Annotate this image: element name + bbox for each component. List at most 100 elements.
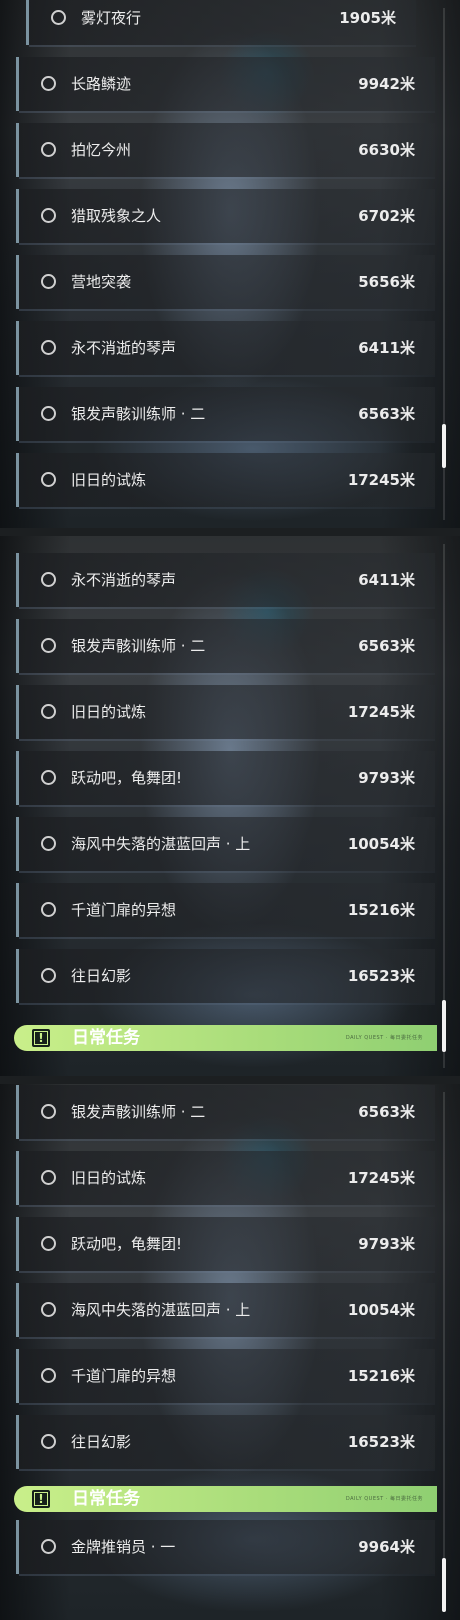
circle-outline-icon — [41, 1434, 56, 1449]
quest-name: 银发声骸训练师 · 二 — [71, 1103, 206, 1121]
quest-distance: 6563米 — [358, 405, 415, 423]
section-subtitle: DAILY QUEST · 每日委托任务 — [345, 1496, 423, 1502]
quest-name: 千道门扉的异想 — [71, 901, 177, 919]
circle-outline-icon — [41, 406, 56, 421]
quest-name: 营地突袭 — [71, 273, 132, 291]
quest-row[interactable]: 银发声骸训练师 · 二 6563米 — [16, 387, 435, 443]
quest-name: 金牌推销员 · 一 — [71, 1538, 176, 1556]
quest-name: 往日幻影 — [71, 1433, 132, 1451]
quest-distance: 1905米 — [339, 9, 396, 27]
quest-name: 长路鳞迹 — [71, 75, 132, 93]
quest-distance: 17245米 — [347, 1169, 415, 1187]
circle-outline-icon — [41, 638, 56, 653]
quest-distance: 16523米 — [347, 967, 415, 985]
quest-row[interactable]: 海风中失落的湛蓝回声 · 上 10054米 — [16, 817, 435, 873]
quest-row[interactable]: 千道门扉的异想 15216米 — [16, 1349, 435, 1405]
circle-outline-icon — [41, 142, 56, 157]
quest-row[interactable]: 长路鳞迹 9942米 — [16, 57, 435, 113]
circle-outline-icon — [41, 1302, 56, 1317]
quest-name: 永不消逝的琴声 — [71, 339, 177, 357]
scrollbar-thumb[interactable] — [442, 1000, 446, 1052]
daily-quest-header[interactable]: ! 日常任务 DAILY QUEST · 每日委托任务 — [14, 1025, 437, 1051]
exclamation-box-icon: ! — [32, 1029, 50, 1047]
quest-name: 猎取残象之人 — [71, 207, 162, 225]
quest-distance: 9793米 — [358, 769, 415, 787]
scrollbar[interactable] — [442, 8, 446, 520]
circle-outline-icon — [41, 208, 56, 223]
quest-row[interactable]: 旧日的试炼 17245米 — [16, 453, 435, 509]
circle-outline-icon — [41, 836, 56, 851]
circle-outline-icon — [41, 274, 56, 289]
quest-row[interactable]: 跃动吧，龟舞团! 9793米 — [16, 751, 435, 807]
quest-panel-3: 银发声骸训练师 · 二 6563米 旧日的试炼 17245米 跃动吧，龟舞团! … — [0, 1084, 460, 1620]
quest-row[interactable]: 银发声骸训练师 · 二 6563米 — [16, 619, 435, 675]
quest-distance: 5656米 — [358, 273, 415, 291]
quest-name: 千道门扉的异想 — [71, 1367, 177, 1385]
quest-name: 海风中失落的湛蓝回声 · 上 — [71, 1301, 251, 1319]
quest-distance: 17245米 — [347, 703, 415, 721]
quest-row[interactable]: 雾灯夜行 1905米 — [26, 0, 416, 47]
quest-distance: 6411米 — [358, 571, 415, 589]
quest-distance: 16523米 — [347, 1433, 415, 1451]
exclamation-box-icon: ! — [32, 1490, 50, 1508]
quest-distance: 6563米 — [358, 1103, 415, 1121]
circle-outline-icon — [41, 902, 56, 917]
quest-row[interactable]: 往日幻影 16523米 — [16, 949, 435, 1005]
circle-outline-icon — [41, 1539, 56, 1554]
quest-name: 拍忆今州 — [71, 141, 132, 159]
section-title: 日常任务 — [72, 1489, 140, 1509]
quest-name: 跃动吧，龟舞团! — [71, 1235, 183, 1253]
section-subtitle: DAILY QUEST · 每日委托任务 — [345, 1035, 423, 1041]
quest-row[interactable]: 营地突袭 5656米 — [16, 255, 435, 311]
section-title: 日常任务 — [72, 1028, 140, 1048]
quest-distance: 6702米 — [358, 207, 415, 225]
quest-row[interactable]: 永不消逝的琴声 6411米 — [16, 321, 435, 377]
quest-distance: 15216米 — [347, 901, 415, 919]
daily-quest-header[interactable]: ! 日常任务 DAILY QUEST · 每日委托任务 — [14, 1486, 437, 1512]
quest-row[interactable]: 海风中失落的湛蓝回声 · 上 10054米 — [16, 1283, 435, 1339]
quest-row[interactable]: 银发声骸训练师 · 二 6563米 — [16, 1085, 435, 1141]
quest-distance: 10054米 — [347, 835, 415, 853]
circle-outline-icon — [41, 1170, 56, 1185]
circle-outline-icon — [41, 1368, 56, 1383]
quest-name: 旧日的试炼 — [71, 1169, 147, 1187]
quest-name: 永不消逝的琴声 — [71, 571, 177, 589]
scrollbar-thumb[interactable] — [442, 1558, 446, 1612]
quest-row[interactable]: 永不消逝的琴声 6411米 — [16, 553, 435, 609]
quest-distance: 17245米 — [347, 471, 415, 489]
quest-distance: 9793米 — [358, 1235, 415, 1253]
circle-outline-icon — [51, 10, 66, 25]
scrollbar[interactable] — [442, 544, 446, 1068]
circle-outline-icon — [41, 968, 56, 983]
quest-name: 银发声骸训练师 · 二 — [71, 405, 206, 423]
circle-outline-icon — [41, 572, 56, 587]
quest-name: 旧日的试炼 — [71, 471, 147, 489]
quest-name: 雾灯夜行 — [81, 9, 142, 27]
circle-outline-icon — [41, 472, 56, 487]
quest-name: 旧日的试炼 — [71, 703, 147, 721]
quest-panel-1: 雾灯夜行 1905米 长路鳞迹 9942米 拍忆今州 6630米 猎取残象之人 … — [0, 0, 460, 528]
quest-row[interactable]: 旧日的试炼 17245米 — [16, 1151, 435, 1207]
quest-name: 跃动吧，龟舞团! — [71, 769, 183, 787]
quest-row[interactable]: 旧日的试炼 17245米 — [16, 685, 435, 741]
quest-row[interactable]: 拍忆今州 6630米 — [16, 123, 435, 179]
quest-distance: 9942米 — [358, 75, 415, 93]
circle-outline-icon — [41, 1236, 56, 1251]
scrollbar[interactable] — [442, 1092, 446, 1612]
quest-distance: 10054米 — [347, 1301, 415, 1319]
scrollbar-thumb[interactable] — [442, 424, 446, 468]
quest-distance: 15216米 — [347, 1367, 415, 1385]
quest-row[interactable]: 金牌推销员 · 一 9964米 — [16, 1520, 435, 1576]
quest-row[interactable]: 千道门扉的异想 15216米 — [16, 883, 435, 939]
quest-row[interactable]: 猎取残象之人 6702米 — [16, 189, 435, 245]
quest-distance: 6630米 — [358, 141, 415, 159]
circle-outline-icon — [41, 76, 56, 91]
circle-outline-icon — [41, 340, 56, 355]
quest-name: 海风中失落的湛蓝回声 · 上 — [71, 835, 251, 853]
circle-outline-icon — [41, 704, 56, 719]
quest-row[interactable]: 往日幻影 16523米 — [16, 1415, 435, 1471]
quest-row[interactable]: 跃动吧，龟舞团! 9793米 — [16, 1217, 435, 1273]
quest-name: 往日幻影 — [71, 967, 132, 985]
quest-distance: 6563米 — [358, 637, 415, 655]
quest-name: 银发声骸训练师 · 二 — [71, 637, 206, 655]
